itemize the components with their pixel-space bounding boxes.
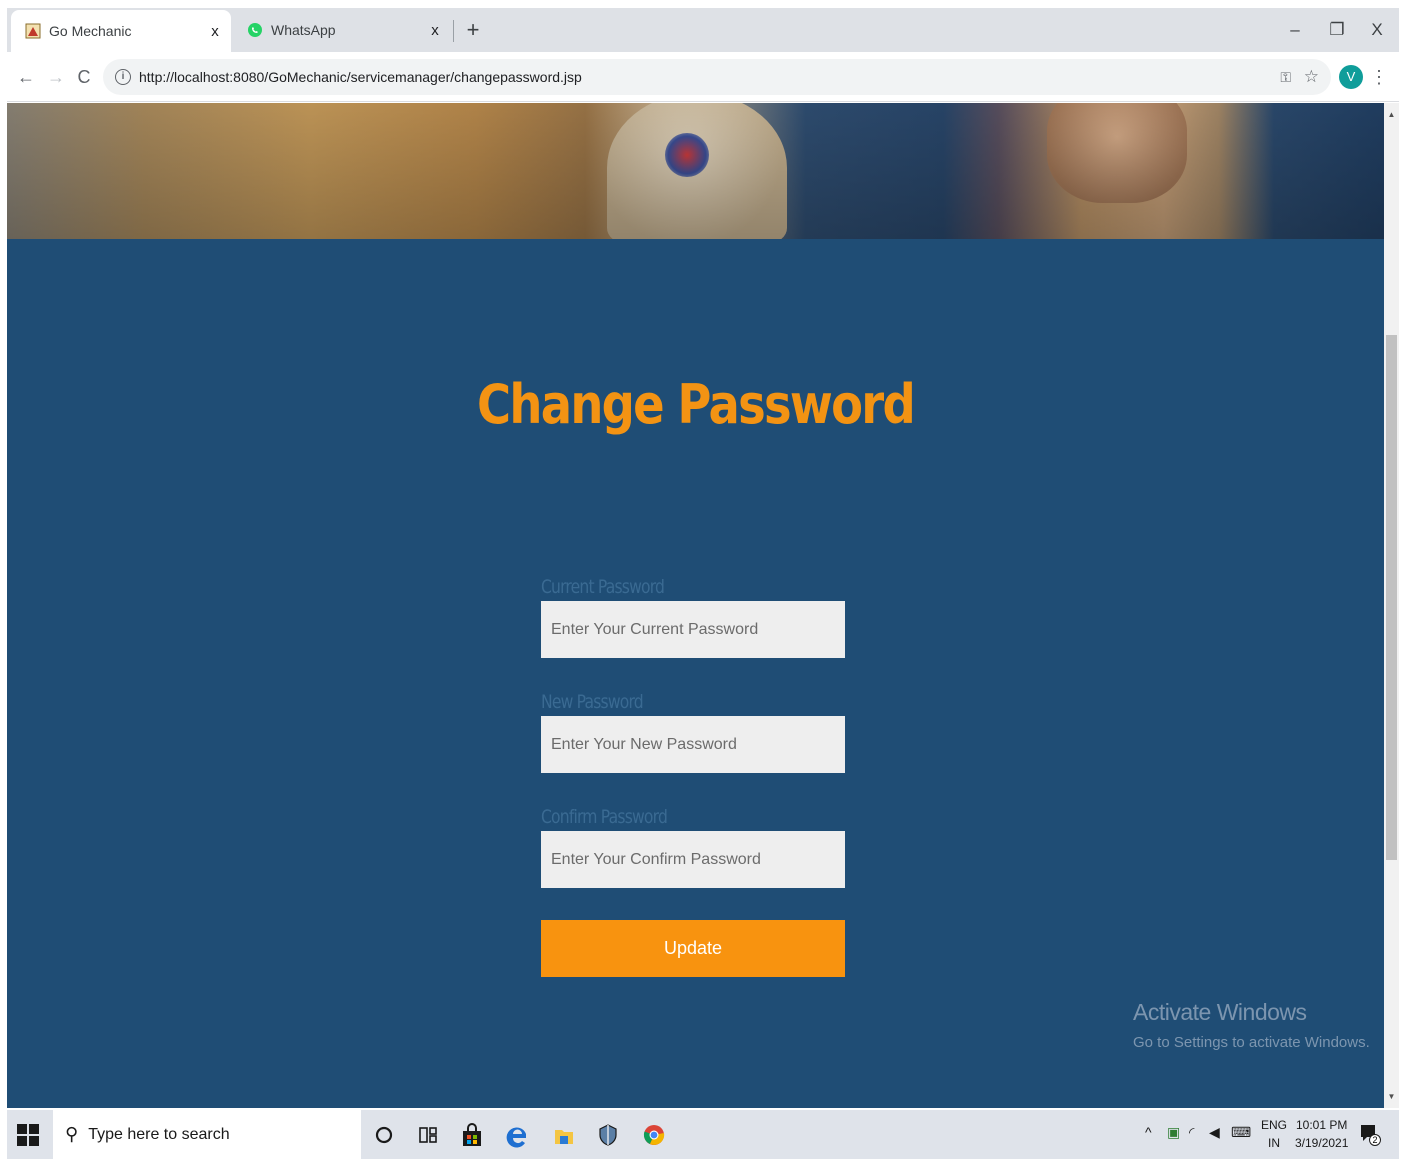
tab-title: Go Mechanic — [49, 23, 132, 39]
edge-browser-icon[interactable] — [505, 1122, 531, 1148]
tab-separator — [453, 20, 454, 42]
keyboard-icon[interactable]: ⌨ — [1231, 1124, 1251, 1141]
tab-whatsapp[interactable]: WhatsApp x — [233, 8, 451, 52]
confirm-password-input[interactable] — [541, 831, 845, 888]
scroll-up-arrow-icon[interactable]: ▲ — [1384, 107, 1399, 122]
new-password-input[interactable] — [541, 716, 845, 773]
store-bag-icon[interactable] — [459, 1122, 485, 1148]
file-explorer-icon[interactable] — [551, 1122, 577, 1148]
wifi-icon[interactable]: ◜ — [1189, 1124, 1194, 1141]
whatsapp-icon — [248, 23, 262, 37]
new-password-label: New Password — [541, 691, 644, 713]
show-hidden-icons-chevron-icon[interactable]: ^ — [1145, 1124, 1152, 1140]
notification-count: 2 — [1369, 1134, 1381, 1146]
maximize-button[interactable]: ❐ — [1317, 16, 1357, 44]
tab-close-icon[interactable]: x — [203, 23, 227, 40]
tab-close-icon[interactable]: x — [423, 22, 447, 39]
language-code: ENG — [1261, 1118, 1288, 1132]
browser-toolbar: ← → C i http://localhost:8080/GoMechanic… — [7, 52, 1399, 102]
profile-avatar[interactable]: V — [1339, 65, 1363, 89]
clock-time: 10:01 PM — [1296, 1118, 1348, 1132]
address-bar[interactable]: i http://localhost:8080/GoMechanic/servi… — [103, 59, 1331, 95]
minimize-button[interactable]: – — [1275, 16, 1315, 44]
confirm-password-label: Confirm Password — [541, 806, 668, 828]
cortana-icon[interactable] — [371, 1122, 397, 1148]
windows-taskbar: ⚲ Type here to search ^ ▣ ◜ ◀ ⌨ ENG IN 1… — [7, 1110, 1399, 1159]
change-password-form: Current Password New Password Confirm Pa… — [541, 565, 845, 977]
go-mechanic-favicon-icon — [25, 23, 41, 39]
windows-start-icon[interactable] — [17, 1124, 39, 1146]
page-scrollbar[interactable]: ▲ ▼ — [1384, 103, 1399, 1108]
close-window-button[interactable]: X — [1357, 16, 1397, 44]
back-arrow-icon[interactable]: ← — [13, 64, 39, 90]
task-view-icon[interactable] — [415, 1122, 441, 1148]
security-tray-icon[interactable]: ▣ — [1167, 1124, 1180, 1141]
chrome-icon[interactable] — [641, 1122, 667, 1148]
watermark-title: Activate Windows — [1133, 999, 1307, 1025]
menu-dots-icon[interactable]: ⋮ — [1369, 64, 1389, 90]
search-placeholder: Type here to search — [88, 1125, 230, 1143]
tab-strip: Go Mechanic x WhatsApp x + – ❐ X — [7, 8, 1399, 52]
system-clock[interactable]: 10:01 PM 3/19/2021 — [1295, 1116, 1348, 1152]
current-password-input[interactable] — [541, 601, 845, 658]
screen: Go Mechanic x WhatsApp x + – ❐ X ← → C i… — [0, 0, 1405, 1159]
shield-app-icon[interactable] — [595, 1122, 621, 1148]
forward-arrow-icon[interactable]: → — [43, 64, 69, 90]
taskbar-search-box[interactable]: ⚲ Type here to search — [53, 1110, 361, 1159]
tab-go-mechanic[interactable]: Go Mechanic x — [11, 10, 231, 52]
scroll-down-arrow-icon[interactable]: ▼ — [1384, 1089, 1399, 1104]
site-info-icon[interactable]: i — [115, 69, 131, 85]
key-icon[interactable]: ⚿ — [1280, 69, 1291, 86]
page-viewport: Change Password Current Password New Pas… — [7, 103, 1384, 1108]
hero-shade — [7, 103, 1384, 239]
update-button[interactable]: Update — [541, 920, 845, 977]
action-center-icon[interactable]: 2 — [1359, 1122, 1381, 1148]
watermark-subtitle: Go to Settings to activate Windows. — [1133, 1034, 1370, 1051]
scrollbar-thumb[interactable] — [1386, 335, 1397, 860]
tab-title: WhatsApp — [271, 22, 336, 38]
current-password-label: Current Password — [541, 576, 665, 598]
hero-banner-image — [7, 103, 1384, 239]
new-tab-button[interactable]: + — [459, 16, 487, 44]
page-title: Change Password — [476, 373, 916, 436]
clock-date: 3/19/2021 — [1295, 1136, 1349, 1150]
region-code: IN — [1268, 1136, 1280, 1150]
url-text[interactable]: http://localhost:8080/GoMechanic/service… — [139, 69, 582, 85]
bookmark-star-icon[interactable]: ☆ — [1304, 67, 1319, 87]
reload-icon[interactable]: C — [71, 64, 97, 90]
search-icon: ⚲ — [65, 1124, 79, 1144]
activate-windows-watermark: Activate Windows Go to Settings to activ… — [1133, 999, 1370, 1051]
volume-icon[interactable]: ◀ — [1209, 1124, 1220, 1141]
input-language[interactable]: ENG IN — [1261, 1116, 1287, 1152]
